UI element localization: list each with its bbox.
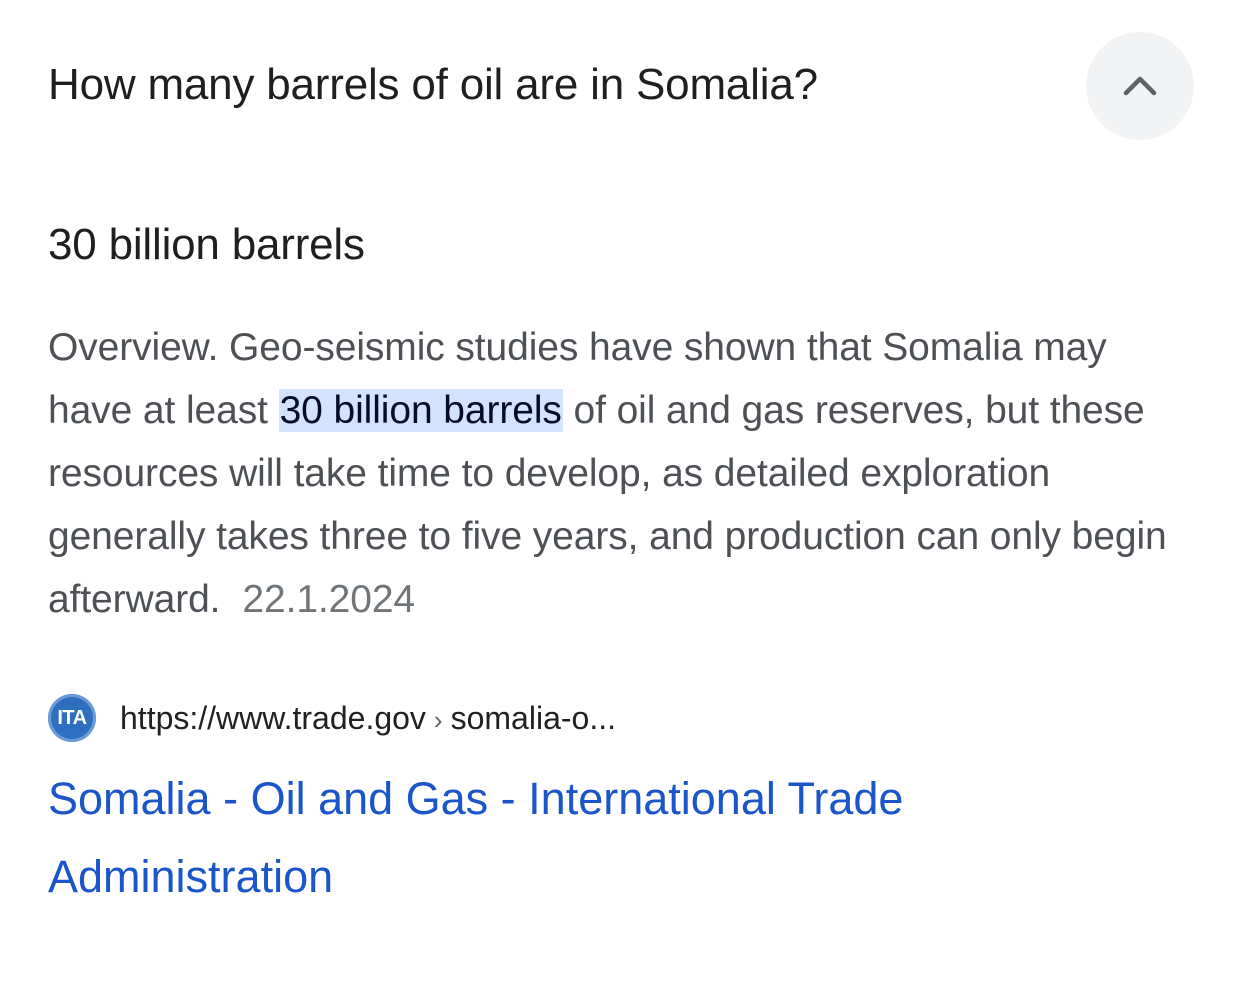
snippet-date: 22.1.2024: [242, 578, 416, 621]
answer-title: 30 billion barrels: [48, 220, 365, 269]
result-title-link[interactable]: Somalia - Oil and Gas - International Tr…: [48, 760, 1148, 916]
collapse-button[interactable]: [1086, 32, 1194, 140]
snippet-highlight: 30 billion barrels: [278, 389, 563, 432]
answer-snippet: Overview. Geo-seismic studies have shown…: [48, 316, 1198, 631]
source-url[interactable]: https://www.trade.gov › somalia-o...: [120, 700, 616, 737]
url-path: somalia-o...: [450, 699, 616, 736]
site-favicon: ITA: [48, 694, 96, 742]
question-row[interactable]: How many barrels of oil are in Somalia?: [48, 32, 1194, 140]
source-row[interactable]: ITA https://www.trade.gov › somalia-o...: [48, 694, 616, 742]
url-separator: ›: [433, 704, 443, 735]
question-text[interactable]: How many barrels of oil are in Somalia?: [48, 58, 818, 112]
chevron-up-icon: [1123, 76, 1157, 96]
url-base: https://www.trade.gov: [120, 699, 426, 736]
